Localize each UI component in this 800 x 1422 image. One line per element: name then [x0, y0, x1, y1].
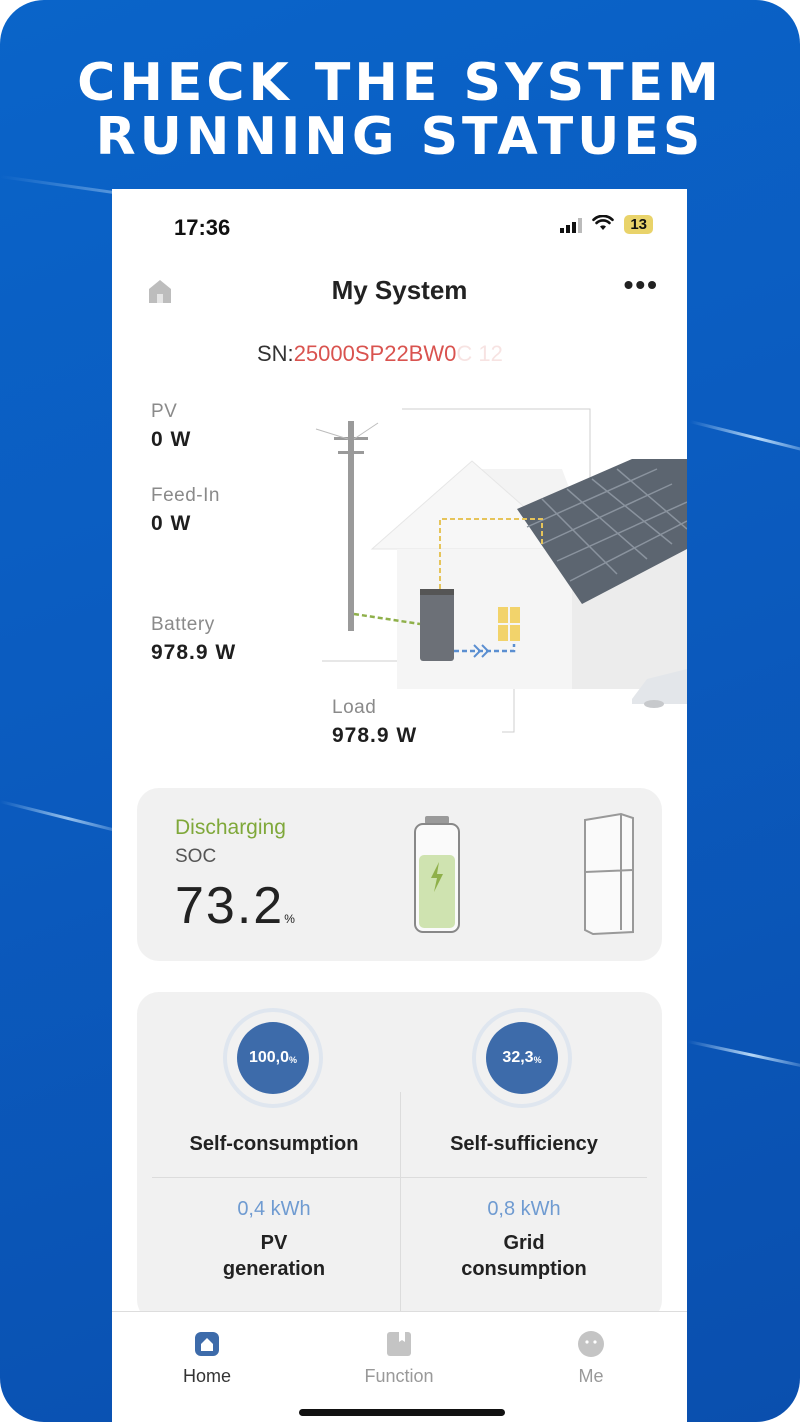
promo-headline: CHECK THE SYSTEM RUNNING STATUES	[0, 56, 800, 164]
function-tab-icon	[385, 1330, 413, 1358]
home-tab-icon	[193, 1330, 221, 1358]
pv-generation-label: PV generation	[149, 1230, 399, 1282]
battery-status-card[interactable]: Discharging SOC 73.2%	[137, 788, 662, 961]
divider	[152, 1177, 647, 1178]
self-consumption-ring: 100,0%	[223, 1008, 323, 1108]
pv-generation-line-2: generation	[222, 1258, 326, 1280]
self-sufficiency-value: 32,3%	[486, 1022, 558, 1094]
pv-generation-value: 0,4 kWh	[237, 1198, 311, 1220]
tab-home-label: Home	[182, 1366, 231, 1386]
self-consumption-unit: %	[289, 1055, 298, 1065]
headline-line-2: RUNNING STATUES	[95, 107, 705, 167]
pv-generation-line-1: PV	[260, 1232, 288, 1254]
grid-consumption-line-1: Grid	[503, 1232, 545, 1254]
tab-home[interactable]: Home	[147, 1330, 267, 1387]
self-sufficiency-label: Self-sufficiency	[450, 1133, 598, 1155]
feedin-label: Feed-In	[151, 485, 220, 506]
statistics-card: 100,0% 32,3% Self-consumption Self-suffi…	[137, 992, 662, 1322]
sn-obscured: C 12	[456, 341, 503, 366]
battery-cabinet-icon	[584, 812, 634, 936]
battery-value: 978.9 W	[151, 641, 237, 664]
phone-screen: 17:36 13 My System ••• SN:25000SP22BW0C …	[112, 189, 687, 1422]
self-consumption-label: Self-consumption	[189, 1133, 359, 1155]
sn-value: 25000SP22BW0	[293, 341, 457, 366]
home-indicator	[299, 1409, 505, 1416]
headline-line-1: CHECK THE SYSTEM	[77, 53, 723, 113]
page-title: My System	[331, 275, 468, 305]
tab-function-label: Function	[364, 1366, 434, 1386]
battery-status-text: Discharging	[175, 816, 286, 839]
tab-function[interactable]: Function	[339, 1330, 459, 1387]
status-time: 17:36	[174, 215, 231, 240]
light-streak	[689, 420, 800, 457]
battery-unit-icon	[420, 589, 454, 661]
serial-number: SN:25000SP22BW0C 12	[257, 341, 503, 367]
soc-value: 73.2%	[175, 876, 295, 936]
grid-consumption-line-2: consumption	[461, 1258, 587, 1280]
battery-level-icon	[414, 816, 460, 933]
self-sufficiency-pct: 32,3	[502, 1049, 534, 1066]
bottom-tab-bar: Home Function Me	[112, 1311, 687, 1422]
self-sufficiency-unit: %	[533, 1055, 542, 1065]
grid-consumption-value: 0,8 kWh	[487, 1198, 561, 1220]
signal-icon	[560, 217, 583, 233]
status-icons: 13	[560, 214, 653, 234]
utility-pole-icon	[315, 421, 379, 631]
wifi-icon	[592, 214, 615, 234]
soc-label: SOC	[175, 846, 217, 867]
battery-label: Battery	[151, 614, 215, 635]
pv-label: PV	[151, 401, 178, 422]
me-tab-icon	[577, 1330, 605, 1358]
more-icon[interactable]: •••	[624, 269, 659, 301]
light-streak	[687, 1040, 800, 1070]
pv-value: 0 W	[151, 428, 192, 451]
self-sufficiency-ring: 32,3%	[472, 1008, 572, 1108]
self-consumption-pct: 100,0	[248, 1049, 290, 1066]
feedin-value: 0 W	[151, 512, 192, 535]
soc-unit: %	[284, 912, 295, 926]
battery-icon: 13	[624, 215, 653, 234]
energy-flow-illustration	[315, 408, 687, 733]
grid-consumption-label: Grid consumption	[399, 1230, 649, 1282]
soc-number: 73.2	[175, 877, 285, 935]
self-consumption-value: 100,0%	[237, 1022, 309, 1094]
sn-prefix: SN:	[257, 341, 294, 366]
tab-me[interactable]: Me	[531, 1330, 651, 1387]
tab-me-label: Me	[578, 1366, 604, 1386]
